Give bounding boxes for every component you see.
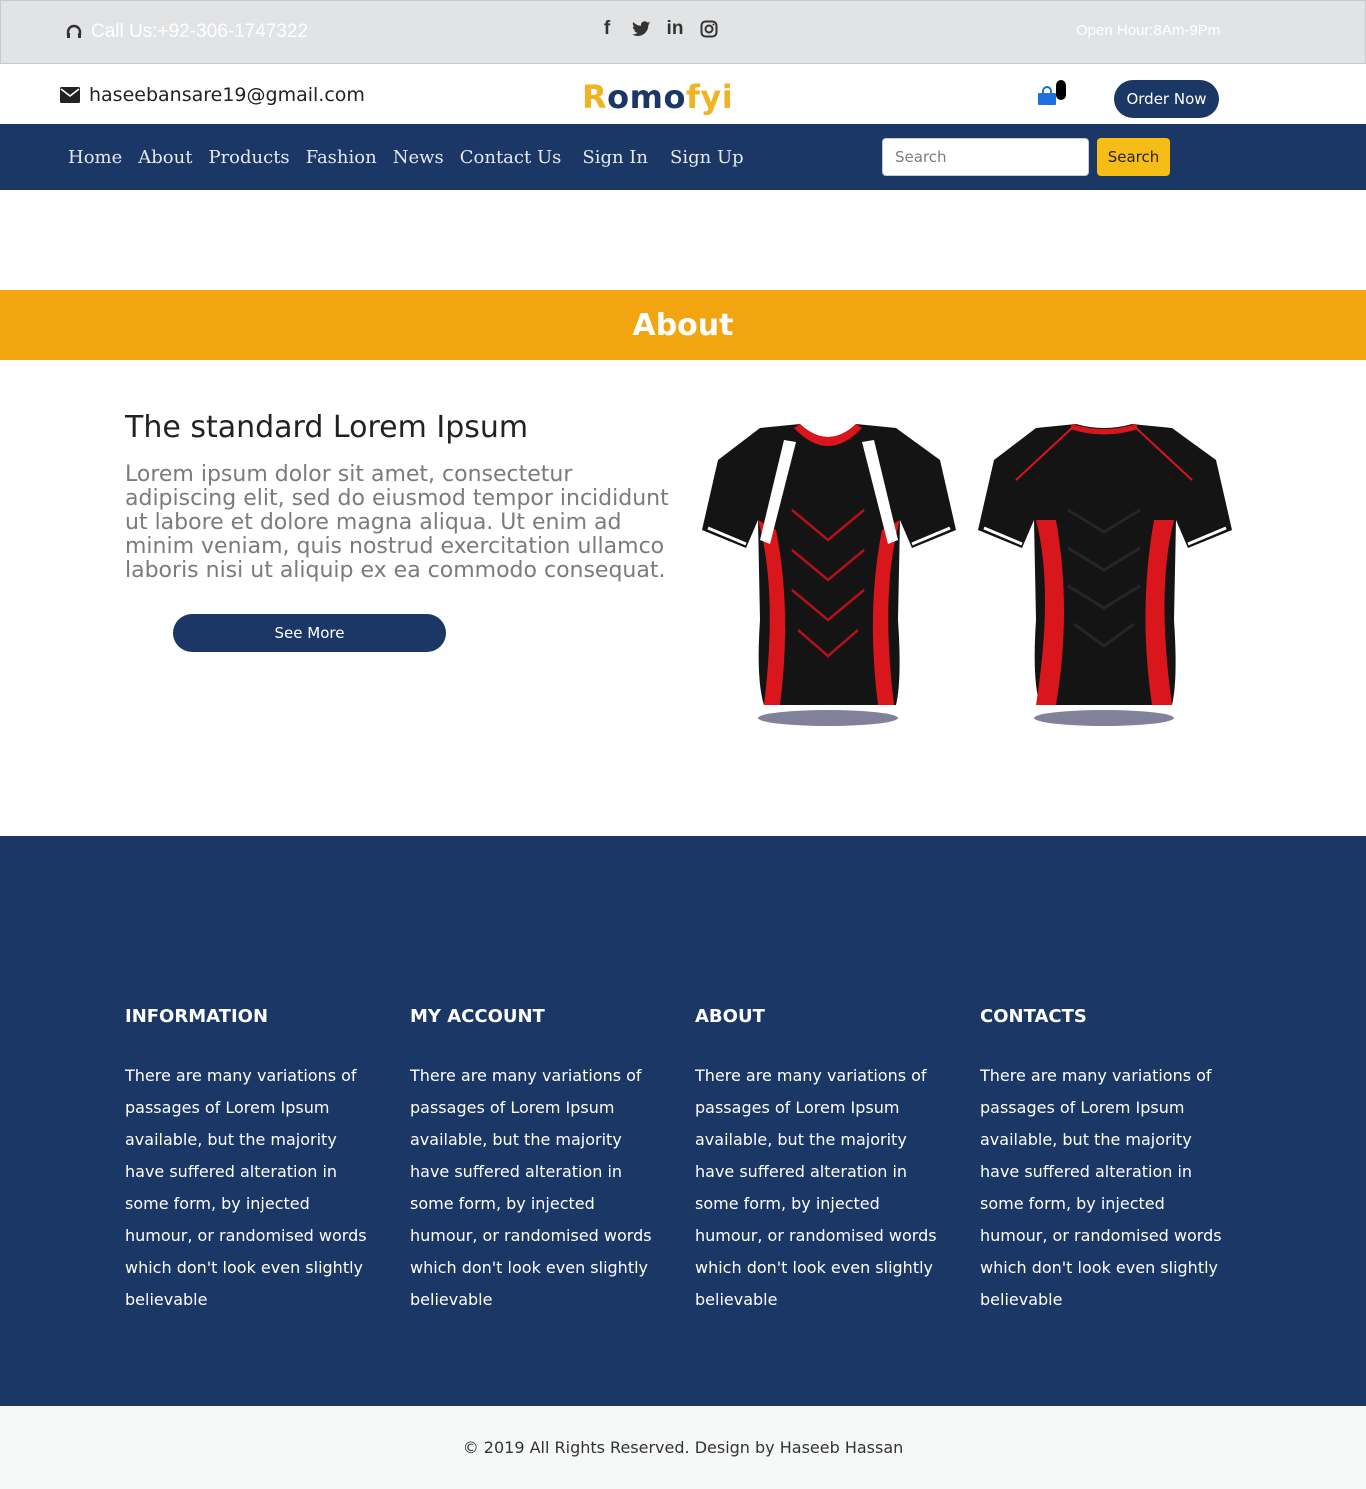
footer-column-text: There are many variations of passages of… xyxy=(980,1066,1222,1309)
footer-column-contacts: CONTACTS There are many variations of pa… xyxy=(980,1006,1225,1316)
logo-part-2: fyi xyxy=(685,78,734,116)
email-contact: haseebansare19@gmail.com xyxy=(60,84,365,106)
footer-column-title: CONTACTS xyxy=(980,1006,1087,1027)
linkedin-icon[interactable]: in xyxy=(665,17,685,41)
open-hours: Open Hour:8Am-9Pm xyxy=(1076,22,1221,39)
jersey-back-image xyxy=(976,420,1234,740)
nav-sign-in[interactable]: Sign In xyxy=(582,147,648,168)
footer-column-title: INFORMATION xyxy=(125,1006,269,1027)
see-more-button[interactable]: See More xyxy=(173,614,446,652)
footer-column-text: There are many variations of passages of… xyxy=(410,1066,652,1309)
footer-column-text: There are many variations of passages of… xyxy=(125,1066,367,1309)
footer-column-title: MY ACCOUNT xyxy=(410,1006,545,1027)
footer-column-my-account: MY ACCOUNT There are many variations of … xyxy=(410,1006,655,1316)
header: haseebansare19@gmail.com Romofyi Order N… xyxy=(0,64,1366,124)
footer-column-about: ABOUT There are many variations of passa… xyxy=(695,1006,940,1316)
order-now-button[interactable]: Order Now xyxy=(1114,80,1219,118)
instagram-icon[interactable] xyxy=(699,17,719,41)
search-input[interactable] xyxy=(882,138,1089,176)
about-banner: About xyxy=(0,290,1366,360)
jersey-front-image xyxy=(700,420,958,740)
footer-column-title: ABOUT xyxy=(695,1006,765,1027)
nav-sign-up[interactable]: Sign Up xyxy=(670,147,744,168)
cart-badge xyxy=(1056,80,1066,100)
footer: INFORMATION There are many variations of… xyxy=(0,836,1366,1406)
shopping-bag-icon xyxy=(1036,86,1058,110)
content-text: Lorem ipsum dolor sit amet, consectetur … xyxy=(125,462,669,583)
copyright-bar: © 2019 All Rights Reserved. Design by Ha… xyxy=(0,1406,1366,1489)
social-links: f in xyxy=(597,17,719,41)
content-title: The standard Lorem Ipsum xyxy=(125,410,529,445)
call-us: Call Us:+92-306-1747322 xyxy=(65,21,308,43)
brand-logo[interactable]: Romofyi xyxy=(582,78,733,116)
facebook-icon[interactable]: f xyxy=(597,17,617,41)
footer-column-text: There are many variations of passages of… xyxy=(695,1066,937,1309)
main-nav: Home About Products Fashion News Contact… xyxy=(0,124,1366,190)
nav-links: Home About Products Fashion News Contact… xyxy=(68,147,744,168)
call-us-text: Call Us:+92-306-1747322 xyxy=(91,21,309,42)
top-bar: Call Us:+92-306-1747322 f in Open Hour:8… xyxy=(0,0,1366,64)
copyright-text: © 2019 All Rights Reserved. Design by Ha… xyxy=(462,1438,904,1457)
headset-icon xyxy=(65,23,83,41)
search-button[interactable]: Search xyxy=(1097,138,1170,176)
nav-home[interactable]: Home xyxy=(68,147,122,168)
nav-about[interactable]: About xyxy=(138,147,192,168)
envelope-icon xyxy=(60,87,80,103)
banner-title: About xyxy=(632,307,734,343)
email-text: haseebansare19@gmail.com xyxy=(89,84,365,106)
twitter-icon[interactable] xyxy=(631,17,651,41)
logo-part-1: Romo xyxy=(582,78,686,116)
nav-fashion[interactable]: Fashion xyxy=(306,147,377,168)
footer-column-information: INFORMATION There are many variations of… xyxy=(125,1006,370,1316)
nav-contact-us[interactable]: Contact Us xyxy=(460,147,562,168)
cart-button[interactable] xyxy=(1036,80,1066,110)
nav-news[interactable]: News xyxy=(393,147,444,168)
nav-products[interactable]: Products xyxy=(208,147,289,168)
